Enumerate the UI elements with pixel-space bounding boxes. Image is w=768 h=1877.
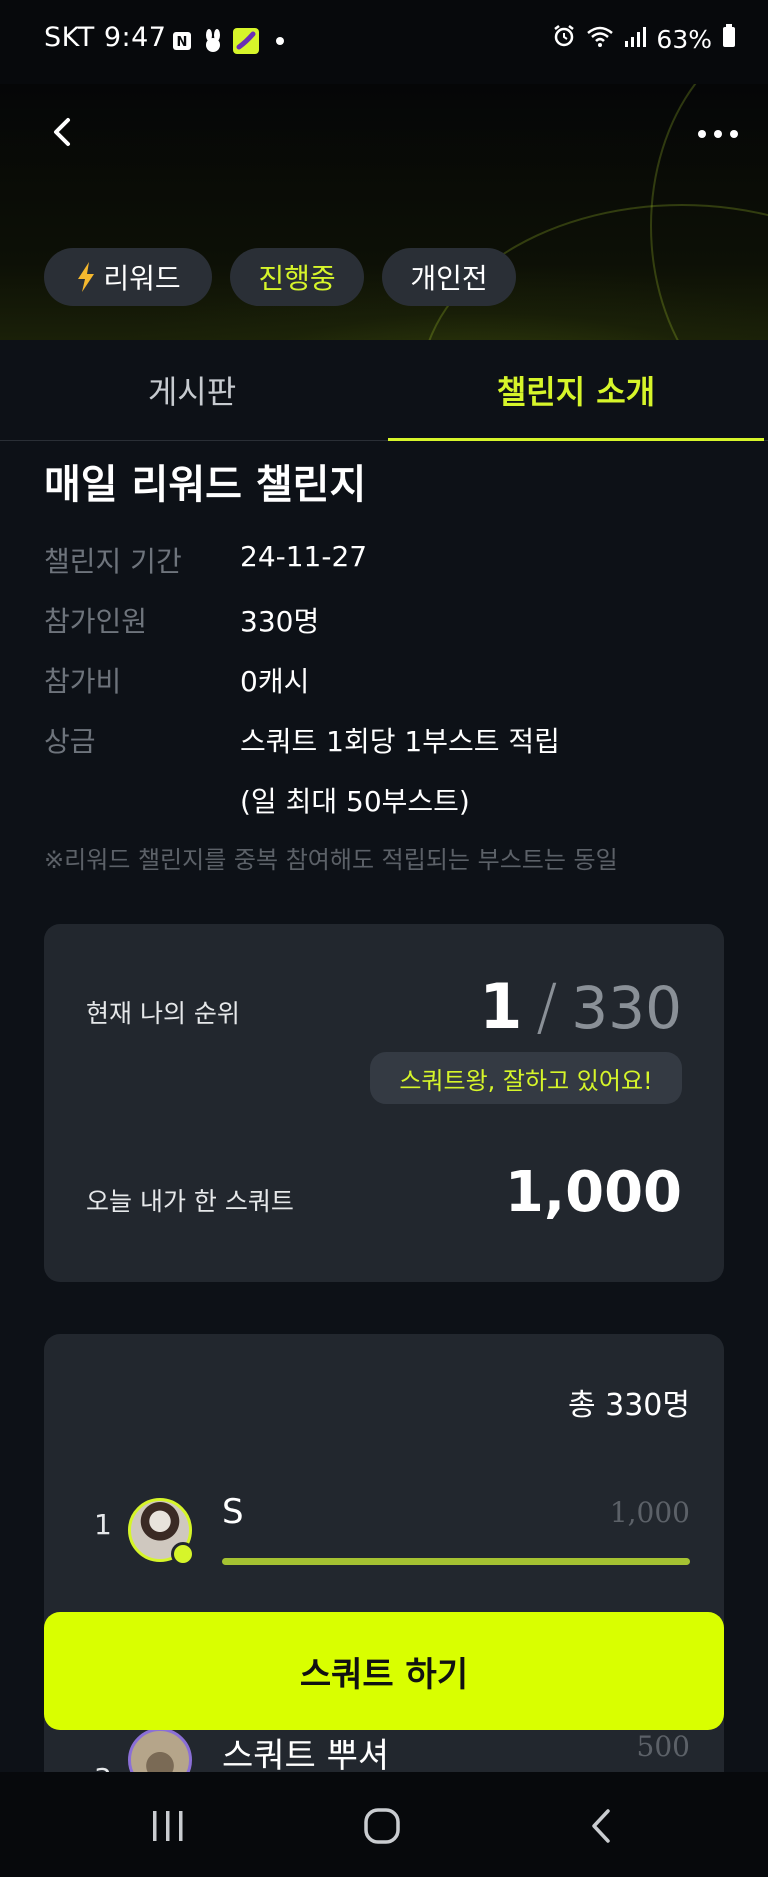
rank-total: 330 bbox=[571, 974, 682, 1042]
info-label-fee: 참가비 bbox=[44, 665, 122, 698]
info-label-prize: 상금 bbox=[44, 725, 96, 758]
tab-label: 게시판 bbox=[147, 373, 237, 411]
info-value-prize-cap: (일 최대 50부스트) bbox=[240, 785, 470, 818]
status-carrier-time: SKT 9:47 bbox=[44, 22, 167, 53]
leaderboard-row[interactable]: 3 스쿼트 뿌셔 500 bbox=[0, 1728, 768, 1776]
n-icon: N bbox=[170, 28, 194, 54]
my-rank: 1 bbox=[479, 970, 523, 1043]
back-button[interactable] bbox=[44, 112, 84, 152]
chip-label: 개인전 bbox=[410, 262, 488, 295]
nav-back-button[interactable] bbox=[582, 1806, 622, 1846]
info-value-participants: 330명 bbox=[240, 605, 320, 638]
svg-text:N: N bbox=[177, 35, 188, 50]
chip-individual: 개인전 bbox=[382, 248, 516, 306]
lightning-icon bbox=[78, 262, 95, 292]
tab-label: 챌린지 소개 bbox=[496, 373, 656, 411]
home-button[interactable] bbox=[362, 1806, 402, 1846]
wifi-icon bbox=[586, 24, 614, 54]
signal-icon bbox=[624, 25, 647, 54]
my-rank-display: 1 / 330 bbox=[479, 970, 682, 1043]
start-squat-button[interactable]: 스쿼트 하기 bbox=[44, 1612, 724, 1730]
chevron-left-icon bbox=[54, 118, 70, 146]
info-label-participants: 참가인원 bbox=[44, 605, 148, 638]
today-squat-count: 1,000 bbox=[504, 1160, 682, 1225]
more-button[interactable] bbox=[694, 118, 742, 150]
info-label-period: 챌린지 기간 bbox=[44, 545, 182, 578]
my-rank-label: 현재 나의 순위 bbox=[86, 999, 240, 1028]
chip-label: 리워드 bbox=[103, 262, 181, 295]
recent-apps-icon bbox=[153, 1811, 183, 1841]
tab-challenge-intro[interactable]: 챌린지 소개 bbox=[384, 340, 768, 440]
nav-back-icon bbox=[592, 1809, 610, 1843]
today-squat-label: 오늘 내가 한 스쿼트 bbox=[86, 1187, 294, 1216]
chip-in-progress: 진행중 bbox=[230, 248, 364, 306]
progress-track bbox=[222, 1558, 690, 1565]
rank-separator: / bbox=[536, 970, 558, 1043]
rabbit-icon bbox=[200, 28, 226, 54]
battery-percent: 63% bbox=[656, 24, 712, 54]
info-value-period: 24-11-27 bbox=[240, 540, 368, 573]
avatar bbox=[128, 1728, 192, 1776]
app-icon bbox=[232, 28, 260, 54]
status-right: 63% bbox=[552, 24, 736, 54]
home-icon bbox=[364, 1808, 400, 1844]
dot-icon bbox=[274, 28, 286, 54]
row-rank: 1 bbox=[94, 1508, 112, 1541]
battery-icon bbox=[722, 24, 736, 54]
row-score: 500 bbox=[636, 1730, 690, 1763]
progress-fill bbox=[222, 1558, 690, 1565]
row-score: 1,000 bbox=[609, 1496, 690, 1529]
more-horizontal-icon bbox=[698, 130, 738, 138]
chip-label: 진행중 bbox=[258, 262, 336, 295]
encouragement-badge: 스쿼트왕, 잘하고 있어요! bbox=[370, 1052, 682, 1104]
active-indicator-dot bbox=[171, 1542, 195, 1566]
leaderboard-row[interactable]: 1 S 1,000 bbox=[0, 1490, 768, 1570]
tab-active-indicator bbox=[388, 438, 764, 441]
challenge-title: 매일 리워드 챌린지 bbox=[44, 462, 367, 508]
info-value-prize: 스쿼트 1회당 1부스트 적립 bbox=[240, 725, 560, 758]
alarm-icon bbox=[552, 24, 576, 54]
tab-board[interactable]: 게시판 bbox=[0, 340, 384, 440]
recent-apps-button[interactable] bbox=[148, 1808, 188, 1844]
leaderboard-total: 총 330명 bbox=[568, 1388, 690, 1423]
info-value-fee: 0캐시 bbox=[240, 665, 310, 698]
chip-reward: 리워드 bbox=[44, 248, 212, 306]
reward-note: ※리워드 챌린지를 중복 참여해도 적립되는 부스트는 동일 bbox=[44, 846, 618, 874]
row-name: S bbox=[222, 1492, 244, 1532]
row-name: 스쿼트 뿌셔 bbox=[222, 1736, 390, 1776]
